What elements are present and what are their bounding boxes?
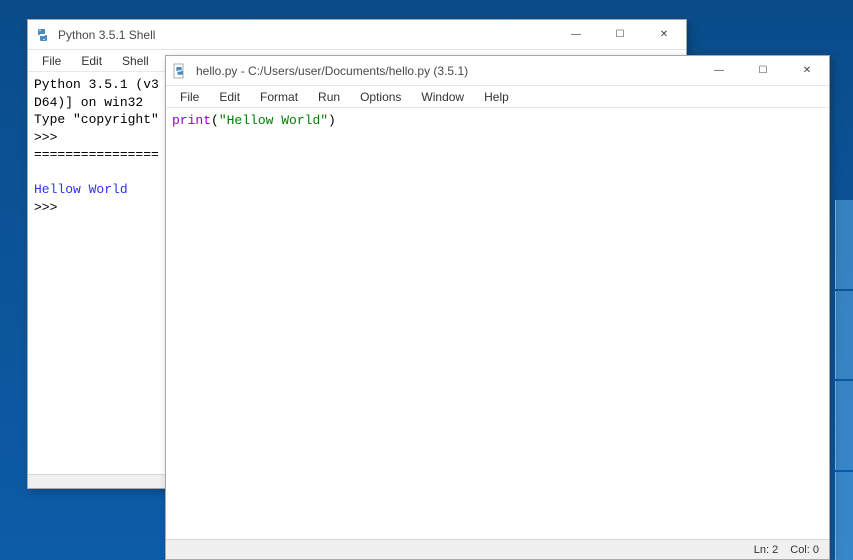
desktop-right-edge bbox=[835, 200, 853, 560]
editor-titlebar[interactable]: hello.py - C:/Users/user/Documents/hello… bbox=[166, 56, 829, 86]
minimize-button[interactable]: — bbox=[554, 20, 598, 49]
python-file-icon bbox=[172, 63, 188, 79]
shell-prompt1: >>> bbox=[34, 130, 57, 145]
menu-edit[interactable]: Edit bbox=[71, 52, 112, 70]
python-icon bbox=[34, 27, 50, 43]
code-open-paren: ( bbox=[211, 113, 219, 128]
status-col: Col: 0 bbox=[790, 544, 819, 556]
shell-divider: ================ bbox=[34, 147, 159, 162]
code-string: "Hellow World" bbox=[219, 113, 328, 128]
editor-window-controls: — ☐ ✕ bbox=[697, 56, 829, 85]
shell-window-controls: — ☐ ✕ bbox=[554, 20, 686, 49]
code-keyword: print bbox=[172, 113, 211, 128]
menu-shell[interactable]: Shell bbox=[112, 52, 159, 70]
close-button[interactable]: ✕ bbox=[785, 56, 829, 85]
shell-line2: D64)] on win32 bbox=[34, 95, 143, 110]
shell-prompt2: >>> bbox=[34, 200, 57, 215]
shell-titlebar[interactable]: Python 3.5.1 Shell — ☐ ✕ bbox=[28, 20, 686, 50]
shell-line3: Type "copyright" bbox=[34, 112, 159, 127]
menu-window[interactable]: Window bbox=[411, 88, 474, 106]
minimize-button[interactable]: — bbox=[697, 56, 741, 85]
shell-title: Python 3.5.1 Shell bbox=[58, 28, 554, 42]
menu-file[interactable]: File bbox=[32, 52, 71, 70]
editor-content[interactable]: print("Hellow World") bbox=[166, 108, 829, 539]
status-line: Ln: 2 bbox=[754, 544, 778, 556]
shell-output: Hellow World bbox=[34, 182, 128, 197]
menu-edit[interactable]: Edit bbox=[209, 88, 250, 106]
maximize-button[interactable]: ☐ bbox=[598, 20, 642, 49]
close-button[interactable]: ✕ bbox=[642, 20, 686, 49]
menu-run[interactable]: Run bbox=[308, 88, 350, 106]
menu-format[interactable]: Format bbox=[250, 88, 308, 106]
menu-options[interactable]: Options bbox=[350, 88, 411, 106]
editor-title: hello.py - C:/Users/user/Documents/hello… bbox=[196, 64, 697, 78]
editor-window: hello.py - C:/Users/user/Documents/hello… bbox=[165, 55, 830, 560]
menu-file[interactable]: File bbox=[170, 88, 209, 106]
code-close-paren: ) bbox=[328, 113, 336, 128]
editor-menubar: File Edit Format Run Options Window Help bbox=[166, 86, 829, 108]
shell-line1: Python 3.5.1 (v3 bbox=[34, 77, 159, 92]
editor-statusbar: Ln: 2 Col: 0 bbox=[166, 539, 829, 559]
maximize-button[interactable]: ☐ bbox=[741, 56, 785, 85]
menu-help[interactable]: Help bbox=[474, 88, 519, 106]
